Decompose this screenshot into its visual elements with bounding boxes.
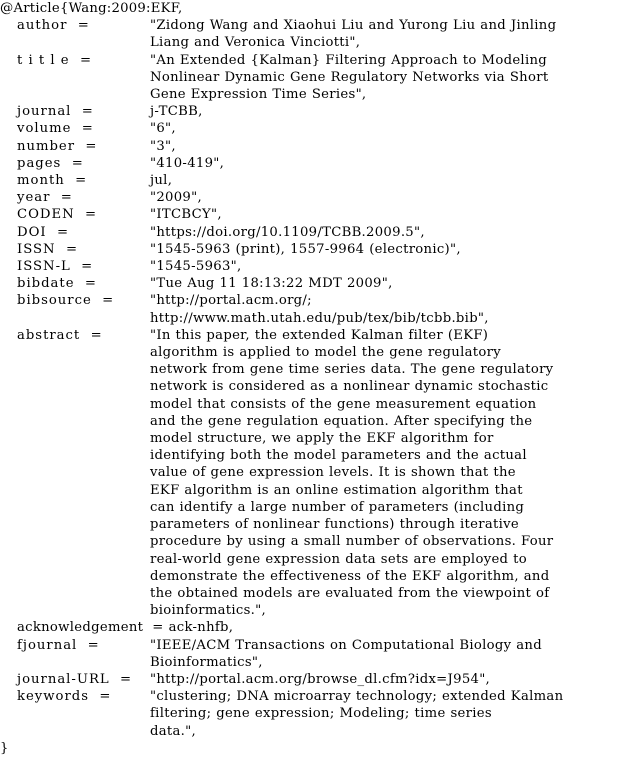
bibtex-field-label: CODEN = xyxy=(17,207,98,223)
bibtex-field-value: "410-419", xyxy=(150,155,225,171)
bibtex-entry-header: @Article{Wang:2009:EKF, xyxy=(0,1,183,16)
bibtex-field-ISSN: ISSN = "1545-5963 (print), 1557-9964 (ele… xyxy=(0,241,640,258)
bibtex-field-value: "In this paper, the extended Kalman filt… xyxy=(150,327,554,619)
bibtex-field-value: "1545-5963", xyxy=(150,259,242,275)
bibtex-field-value: "2009", xyxy=(150,190,202,206)
bibtex-field-journal-URL: journal-URL = "http://portal.acm.org/brow… xyxy=(0,671,640,688)
bibtex-field-label: keywords = xyxy=(17,689,112,705)
bibtex-field-label: year = xyxy=(17,190,73,206)
bibtex-field-label: pages = xyxy=(17,155,84,171)
bibtex-field-label: t i t l e = xyxy=(17,52,93,68)
bibtex-field-value: "https://doi.org/10.1109/TCBB.2009.5", xyxy=(150,224,425,240)
bibtex-field-number: number = "3", xyxy=(0,138,640,155)
bibtex-field-value: "Zidong Wang and Xiaohui Liu and Yurong … xyxy=(150,18,557,51)
bibtex-field-bibdate: bibdate = "Tue Aug 11 18:13:22 MDT 2009", xyxy=(0,275,640,292)
bibtex-field-label: ISSN-L = xyxy=(17,259,94,275)
bibtex-field-volume: volume = "6", xyxy=(0,120,640,137)
bibtex-field-keywords: keywords = "clustering; DNA microarray te… xyxy=(0,688,640,740)
bibtex-field-author: author = "Zidong Wang and Xiaohui Liu and… xyxy=(0,17,640,51)
bibtex-field-value: "3", xyxy=(150,138,176,154)
bibtex-field-label: number = xyxy=(17,138,98,154)
bibtex-field-abstract: abstract = "In this paper, the extended K… xyxy=(0,327,640,619)
bibtex-field-pages: pages = "410-419", xyxy=(0,155,640,172)
bibtex-field-value: "6", xyxy=(150,121,176,137)
bibtex-field-value: ack-nhfb, xyxy=(168,620,234,636)
bibtex-field-label: ISSN = xyxy=(17,241,79,257)
bibtex-field-value: "http://portal.acm.org/; http://www.math… xyxy=(150,293,489,326)
bibtex-entry-listing: @Article{Wang:2009:EKF, author = "Zidong … xyxy=(0,0,640,757)
bibtex-entry-footer: } xyxy=(0,740,9,756)
bibtex-field-value: "http://portal.acm.org/browse_dl.cfm?idx… xyxy=(150,671,491,687)
bibtex-field-value: j-TCBB, xyxy=(150,104,203,120)
bibtex-field-value: "IEEE/ACM Transactions on Computational … xyxy=(150,637,542,670)
bibtex-field-label: journal-URL = xyxy=(17,671,133,687)
bibtex-field-value: "clustering; DNA microarray technology; … xyxy=(150,689,564,739)
bibtex-field-value: "An Extended {Kalman} Filtering Approach… xyxy=(150,52,549,103)
bibtex-field-label: volume = xyxy=(17,121,94,137)
bibtex-field-journal: journal = j-TCBB, xyxy=(0,103,640,120)
bibtex-field-label: journal = xyxy=(17,104,94,120)
bibtex-field-label: DOI = xyxy=(17,224,70,240)
bibtex-field-DOI: DOI = "https://doi.org/10.1109/TCBB.2009.… xyxy=(0,224,640,241)
bibtex-field-label: acknowledgement = xyxy=(17,620,164,636)
bibtex-field-CODEN: CODEN = "ITCBCY", xyxy=(0,206,640,223)
bibtex-field-bibsource: bibsource = "http://portal.acm.org/; http… xyxy=(0,292,640,326)
bibtex-field-value: jul, xyxy=(150,173,173,189)
bibtex-field-value: "Tue Aug 11 18:13:22 MDT 2009", xyxy=(150,276,393,292)
bibtex-field-year: year = "2009", xyxy=(0,189,640,206)
bibtex-field-label: month = xyxy=(17,173,88,189)
bibtex-field-list: author = "Zidong Wang and Xiaohui Liu and… xyxy=(0,17,640,740)
bibtex-field-title: t i t l e = "An Extended {Kalman} Filteri… xyxy=(0,52,640,104)
bibtex-field-label: fjournal = xyxy=(17,637,100,653)
bibtex-field-value: "1545-5963 (print), 1557-9964 (electroni… xyxy=(150,241,461,257)
bibtex-field-label: author = xyxy=(17,18,90,34)
bibtex-field-month: month = jul, xyxy=(0,172,640,189)
bibtex-field-fjournal: fjournal = "IEEE/ACM Transactions on Comp… xyxy=(0,637,640,671)
bibtex-field-label: abstract = xyxy=(17,327,103,343)
bibtex-field-acknowledgement: acknowledgement = ack-nhfb, xyxy=(0,619,640,636)
bibtex-field-label: bibdate = xyxy=(17,276,97,292)
bibtex-field-value: "ITCBCY", xyxy=(150,207,222,223)
bibtex-field-ISSN-L: ISSN-L = "1545-5963", xyxy=(0,258,640,275)
bibtex-field-label: bibsource = xyxy=(17,293,115,309)
